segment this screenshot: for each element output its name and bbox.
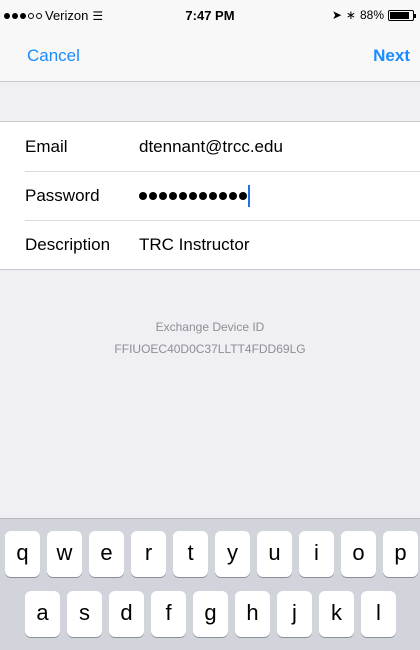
password-dot (229, 191, 237, 200)
password-dot (179, 191, 187, 200)
status-right: ➤ ∗ 88% (331, 8, 416, 22)
location-icon: ➤ (331, 8, 342, 22)
device-id-label: Exchange Device ID (155, 320, 265, 334)
cancel-button[interactable]: Cancel (27, 46, 80, 66)
key-a[interactable]: a (25, 591, 60, 637)
key-k[interactable]: k (319, 591, 354, 637)
password-dot (189, 191, 197, 200)
key-r[interactable]: r (131, 531, 166, 577)
key-j[interactable]: j (277, 591, 312, 637)
navigation-bar: Cancel Next (0, 30, 420, 82)
key-d[interactable]: d (109, 591, 144, 637)
battery-percent: 88% (359, 8, 384, 22)
key-y[interactable]: y (215, 531, 250, 577)
key-f[interactable]: f (151, 591, 186, 637)
description-row[interactable]: Description TRC Instructor (0, 220, 420, 269)
key-u[interactable]: u (257, 531, 292, 577)
battery-icon (388, 9, 416, 21)
password-dot (209, 191, 217, 200)
email-label: Email (25, 136, 68, 156)
key-q[interactable]: q (5, 531, 40, 577)
key-t[interactable]: t (173, 531, 208, 577)
password-dot (159, 191, 167, 200)
password-row[interactable]: Password (0, 171, 420, 220)
account-form: Email dtennant@trcc.edu Password Descrip… (0, 121, 420, 270)
description-label: Description (25, 234, 111, 254)
key-o[interactable]: o (341, 531, 376, 577)
password-label: Password (25, 185, 100, 205)
key-g[interactable]: g (193, 591, 228, 637)
email-field[interactable]: dtennant@trcc.edu (139, 137, 283, 157)
key-l[interactable]: l (361, 591, 396, 637)
text-cursor (248, 184, 250, 207)
key-e[interactable]: e (89, 531, 124, 577)
key-w[interactable]: w (47, 531, 82, 577)
key-p[interactable]: p (383, 531, 418, 577)
password-dot (219, 191, 227, 200)
password-mask (139, 191, 247, 200)
device-info: Exchange Device ID FFIUOEC40D0C37LLTT4FD… (0, 316, 420, 360)
key-s[interactable]: s (67, 591, 102, 637)
status-bar: Verizon ☰ 7:47 PM ➤ ∗ 88% (0, 0, 420, 30)
email-row[interactable]: Email dtennant@trcc.edu (0, 122, 420, 171)
battery-level (390, 11, 410, 19)
device-id-value: FFIUOEC40D0C37LLTT4FDD69LG (114, 342, 306, 356)
password-dot (139, 191, 147, 200)
password-dot (239, 191, 247, 200)
next-button[interactable]: Next (373, 46, 410, 66)
password-field[interactable] (139, 184, 250, 207)
key-i[interactable]: i (299, 531, 334, 577)
key-h[interactable]: h (235, 591, 270, 637)
password-dot (149, 191, 157, 200)
description-field[interactable]: TRC Instructor (139, 235, 250, 255)
keyboard: qwertyuiop asdfghjkl (0, 518, 420, 650)
password-dot (199, 191, 207, 200)
bluetooth-icon: ∗ (345, 8, 356, 22)
password-dot (169, 191, 177, 200)
